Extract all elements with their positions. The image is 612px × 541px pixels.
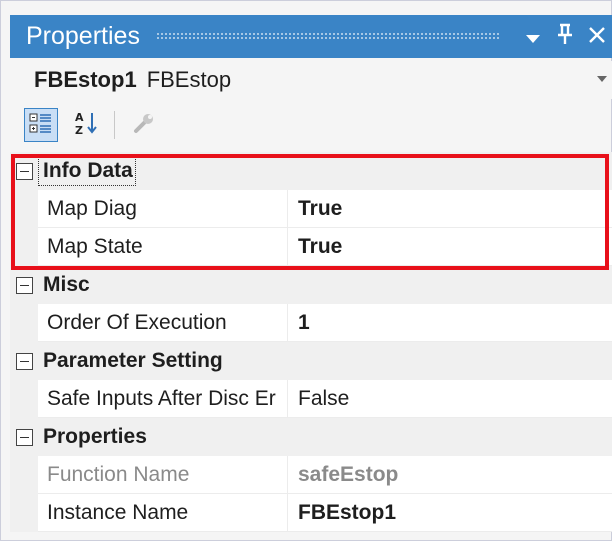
object-type: FBEstop xyxy=(146,67,232,92)
category-label: Parameter Setting xyxy=(43,349,223,372)
property-name: Function Name xyxy=(38,456,288,494)
property-name: Order Of Execution xyxy=(38,304,288,342)
properties-panel: Properties FBEstop1 FBEstop A Z Info Dat… xyxy=(0,0,612,541)
svg-text:A: A xyxy=(75,111,84,124)
property-row-map-state[interactable]: Map State True xyxy=(10,228,612,266)
property-name: Map Diag xyxy=(38,190,288,228)
object-name: FBEstop1 xyxy=(34,67,137,92)
category-info-data[interactable]: Info Data xyxy=(10,152,612,190)
categorized-button[interactable] xyxy=(24,108,58,142)
property-value[interactable]: True xyxy=(288,228,612,266)
property-value[interactable]: 1 xyxy=(288,304,612,342)
property-grid: Info Data Map Diag True Map State True M… xyxy=(10,152,612,532)
property-value[interactable]: True xyxy=(288,190,612,228)
collapse-icon[interactable] xyxy=(16,428,33,446)
category-label: Misc xyxy=(43,273,90,296)
property-name: Safe Inputs After Disc Er xyxy=(38,380,288,418)
property-row-safe-inputs[interactable]: Safe Inputs After Disc Er False xyxy=(10,380,612,418)
property-row-function-name[interactable]: Function Name safeEstop xyxy=(10,456,612,494)
category-parameter-setting[interactable]: Parameter Setting xyxy=(10,342,612,380)
category-misc[interactable]: Misc xyxy=(10,266,612,304)
object-selector[interactable]: FBEstop1 FBEstop xyxy=(10,61,612,99)
property-pages-button[interactable] xyxy=(127,108,161,142)
wrench-icon xyxy=(132,111,156,140)
pin-icon[interactable] xyxy=(549,23,581,51)
property-value: safeEstop xyxy=(288,456,612,494)
panel-title: Properties xyxy=(26,22,140,50)
collapse-icon[interactable] xyxy=(16,276,33,294)
property-name: Map State xyxy=(38,228,288,266)
dropdown-arrow-icon[interactable] xyxy=(597,71,607,86)
alphabetical-sort-icon: A Z xyxy=(74,110,100,141)
property-row-order-of-execution[interactable]: Order Of Execution 1 xyxy=(10,304,612,342)
toolbar: A Z xyxy=(10,104,612,146)
category-properties[interactable]: Properties xyxy=(10,418,612,456)
category-label: Info Data xyxy=(38,156,136,186)
collapse-icon[interactable] xyxy=(16,352,33,370)
title-bar[interactable]: Properties xyxy=(10,15,612,58)
property-row-instance-name[interactable]: Instance Name FBEstop1 xyxy=(10,494,612,532)
collapse-icon[interactable] xyxy=(16,162,33,180)
toolbar-separator xyxy=(114,111,115,139)
property-row-map-diag[interactable]: Map Diag True xyxy=(10,190,612,228)
close-icon[interactable] xyxy=(581,24,612,50)
property-value[interactable]: FBEstop1 xyxy=(288,494,612,532)
category-label: Properties xyxy=(43,425,147,448)
chevron-down-icon[interactable] xyxy=(517,24,549,50)
svg-text:Z: Z xyxy=(75,124,83,136)
drag-grip[interactable] xyxy=(155,32,501,41)
alphabetical-button[interactable]: A Z xyxy=(70,108,104,142)
property-value[interactable]: False xyxy=(288,380,612,418)
categorized-icon xyxy=(29,111,53,140)
property-name: Instance Name xyxy=(38,494,288,532)
